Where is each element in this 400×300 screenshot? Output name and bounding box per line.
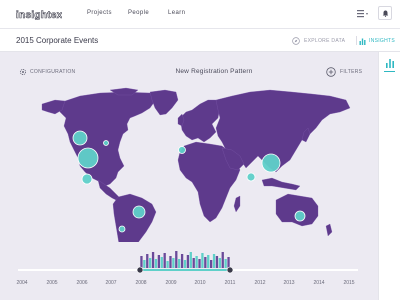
timeline-bar xyxy=(207,255,210,268)
filters-button[interactable]: FILTERS xyxy=(326,67,362,77)
timeline-bar xyxy=(183,260,187,268)
timeline-bar xyxy=(178,259,181,268)
timeline-bar xyxy=(224,259,227,268)
land-europe xyxy=(179,99,221,143)
timeline-bar xyxy=(180,254,184,268)
timeline-bar xyxy=(146,254,149,268)
bubble-australia[interactable] xyxy=(294,210,306,222)
right-side-panel xyxy=(378,52,400,300)
bell-icon xyxy=(382,10,389,17)
explore-data-label: EXPLORE DATA xyxy=(304,38,346,44)
notifications-button[interactable] xyxy=(378,6,392,20)
timeline-bar xyxy=(143,260,146,268)
bubble-india[interactable] xyxy=(246,172,256,182)
bubble-canada[interactable] xyxy=(72,130,88,146)
timeline-bar xyxy=(189,252,192,268)
bar-chart-icon xyxy=(359,38,366,45)
world-map xyxy=(41,87,351,242)
nav-learn[interactable]: Learn xyxy=(168,10,185,16)
timeline-bar xyxy=(192,258,195,268)
filters-label: FILTERS xyxy=(340,69,363,75)
top-navbar: insightex Projects People Learn xyxy=(0,0,400,29)
land-new-zealand xyxy=(325,223,333,237)
tick-2007: 2007 xyxy=(105,280,117,286)
bubble-china[interactable] xyxy=(261,153,281,173)
land-australia xyxy=(275,193,319,227)
logo-text: insightex xyxy=(16,10,62,20)
tick-2012: 2012 xyxy=(254,280,266,286)
timeline-bar xyxy=(163,253,166,268)
timeline-bar xyxy=(169,256,172,268)
timeline-bar xyxy=(204,257,207,268)
bubble-south-america-west[interactable] xyxy=(118,225,126,233)
bubble-europe[interactable] xyxy=(178,146,186,154)
timeline-bar xyxy=(221,252,224,268)
bubble-mexico[interactable] xyxy=(81,173,93,185)
gear-icon xyxy=(19,68,27,76)
timeline-bar xyxy=(212,254,216,268)
compass-icon xyxy=(292,37,300,45)
land-madagascar xyxy=(233,195,241,213)
tick-2004: 2004 xyxy=(16,280,28,286)
bubble-north-america-large[interactable] xyxy=(77,147,99,169)
land-greenland xyxy=(149,89,179,116)
timeline-bar xyxy=(218,258,221,268)
timeline-bar xyxy=(157,255,161,268)
plus-circle-icon xyxy=(326,67,336,77)
timeline-selected-range xyxy=(140,269,230,271)
configuration-label: CONFIGURATION xyxy=(30,69,76,75)
list-menu-icon[interactable] xyxy=(357,10,369,18)
timeline-bar xyxy=(186,255,190,268)
timeline-bar xyxy=(172,258,175,268)
tick-2015: 2015 xyxy=(343,280,355,286)
tick-2006: 2006 xyxy=(76,280,88,286)
insights-label: INSIGHTS xyxy=(369,38,396,44)
tick-2013: 2013 xyxy=(283,280,295,286)
timeline-bar xyxy=(149,258,152,268)
range-handle-start[interactable] xyxy=(136,266,144,274)
tick-2011: 2011 xyxy=(224,280,236,286)
tick-2009: 2009 xyxy=(165,280,177,286)
timeline-bar xyxy=(195,256,198,268)
timeline-bar xyxy=(175,251,178,268)
timeline-bar xyxy=(227,257,230,268)
tick-2008: 2008 xyxy=(135,280,147,286)
timeline-bar xyxy=(154,259,158,268)
tick-2005: 2005 xyxy=(46,280,58,286)
timeline-bar xyxy=(151,252,155,268)
tick-2014: 2014 xyxy=(313,280,325,286)
timeline-bar xyxy=(215,256,219,268)
timeline-bar xyxy=(166,261,169,268)
land-indonesia xyxy=(261,177,301,191)
page-header: 2015 Corporate Events EXPLORE DATA INSIG… xyxy=(0,29,400,52)
timeline-bar xyxy=(198,259,201,268)
bubble-brazil[interactable] xyxy=(132,205,146,219)
map-title: New Registration Pattern xyxy=(175,68,253,75)
bubble-us-east[interactable] xyxy=(103,140,109,146)
timeline-histogram[interactable] xyxy=(0,240,378,280)
timeline-bar xyxy=(140,256,143,268)
range-handle-end[interactable] xyxy=(226,266,234,274)
tick-2010: 2010 xyxy=(194,280,206,286)
land-south-america xyxy=(112,193,157,242)
explore-data-button[interactable]: EXPLORE DATA xyxy=(292,36,345,46)
timeline-bar xyxy=(160,257,163,268)
active-indicator xyxy=(384,71,395,72)
timeline-bars xyxy=(140,251,230,268)
logo[interactable]: insightex xyxy=(16,8,62,20)
configuration-button[interactable]: CONFIGURATION xyxy=(19,68,75,76)
nav-people[interactable]: People xyxy=(128,10,149,16)
nav-projects[interactable]: Projects xyxy=(87,10,112,16)
insights-chart-icon[interactable] xyxy=(385,58,395,68)
timeline-bar xyxy=(209,260,213,268)
timeline-bar xyxy=(201,253,204,268)
header-divider xyxy=(356,36,357,45)
insights-button[interactable]: INSIGHTS xyxy=(359,36,395,46)
page-title: 2015 Corporate Events xyxy=(16,36,99,45)
